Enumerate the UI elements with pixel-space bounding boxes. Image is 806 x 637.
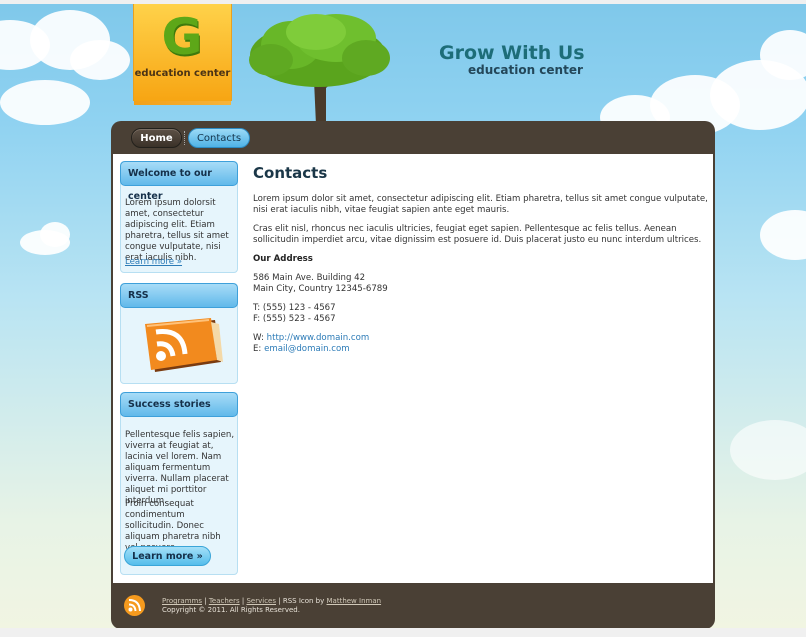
footer-link-programms[interactable]: Programms (162, 597, 202, 605)
footer-rss-credit: RSS Icon by (282, 597, 325, 605)
logo-caption: education center (134, 68, 231, 79)
nav-home-button[interactable]: Home (131, 128, 182, 148)
web-link[interactable]: http://www.domain.com (267, 333, 370, 343)
sidebar-success-title: Success stories (120, 392, 238, 417)
rss-footer-icon[interactable] (124, 595, 145, 616)
top-strip (0, 0, 806, 4)
footer-sep: | (278, 597, 281, 605)
page-title: Contacts (253, 164, 328, 182)
sidebar-welcome-box: Welcome to our center Lorem ipsum dolors… (120, 161, 238, 273)
fax-line: F: (555) 523 - 4567 (253, 314, 336, 324)
second-paragraph: Cras elit nisl, rhoncus nec iaculis ultr… (253, 224, 702, 245)
email-line: E: email@domain.com (253, 344, 350, 354)
address-line2: Main City, Country 12345-6789 (253, 284, 388, 294)
sidebar-welcome-title: Welcome to our center (120, 161, 238, 202)
rss-book-icon[interactable] (137, 318, 223, 374)
web-prefix: W: (253, 333, 264, 343)
email-link[interactable]: email@domain.com (264, 344, 350, 354)
logo-banner[interactable]: G education center (133, 4, 232, 105)
nav-separator (184, 131, 186, 145)
footer-sep: | (204, 597, 207, 605)
footer-link-services[interactable]: Services (246, 597, 276, 605)
sidebar-rss-box: RSS (120, 283, 238, 384)
phone-line: T: (555) 123 - 4567 (253, 303, 336, 313)
sidebar-learn-more-link[interactable]: Learn more » (125, 257, 182, 267)
sidebar-rss-title: RSS (120, 283, 238, 308)
address-heading: Our Address (253, 254, 313, 264)
sidebar-success-box: Success stories Pellentesque felis sapie… (120, 392, 238, 575)
tree-illustration (249, 14, 390, 125)
sidebar-success-text1: Pellentesque felis sapien, viverra at fe… (125, 430, 235, 506)
main-container: Home Contacts Welcome to our center Lore… (111, 121, 715, 629)
footer-sep: | (241, 597, 245, 605)
site-subtitle: education center (468, 63, 583, 77)
email-prefix: E: (253, 344, 262, 354)
web-line: W: http://www.domain.com (253, 333, 369, 343)
intro-paragraph: Lorem ipsum dolor sit amet, consectetur … (253, 194, 708, 215)
footer-copyright: Copyright © 2011. All Rights Reserved. (162, 606, 300, 614)
content-area: Welcome to our center Lorem ipsum dolors… (113, 154, 713, 583)
site-title: Grow With Us (439, 42, 585, 64)
address-line1: 586 Main Ave. Building 42 (253, 273, 366, 283)
sidebar-welcome-text: Lorem ipsum dolorsit amet, consectetur a… (125, 198, 229, 263)
footer-link-teachers[interactable]: Teachers (209, 597, 240, 605)
bottom-strip (0, 628, 806, 637)
nav-contacts-button[interactable]: Contacts (188, 128, 250, 148)
logo-letter: G (161, 8, 203, 66)
footer-links: Programms | Teachers | Services | RSS Ic… (162, 597, 381, 605)
learn-more-button[interactable]: Learn more » (124, 546, 211, 566)
footer-rss-author-link[interactable]: Matthew Inman (327, 597, 382, 605)
